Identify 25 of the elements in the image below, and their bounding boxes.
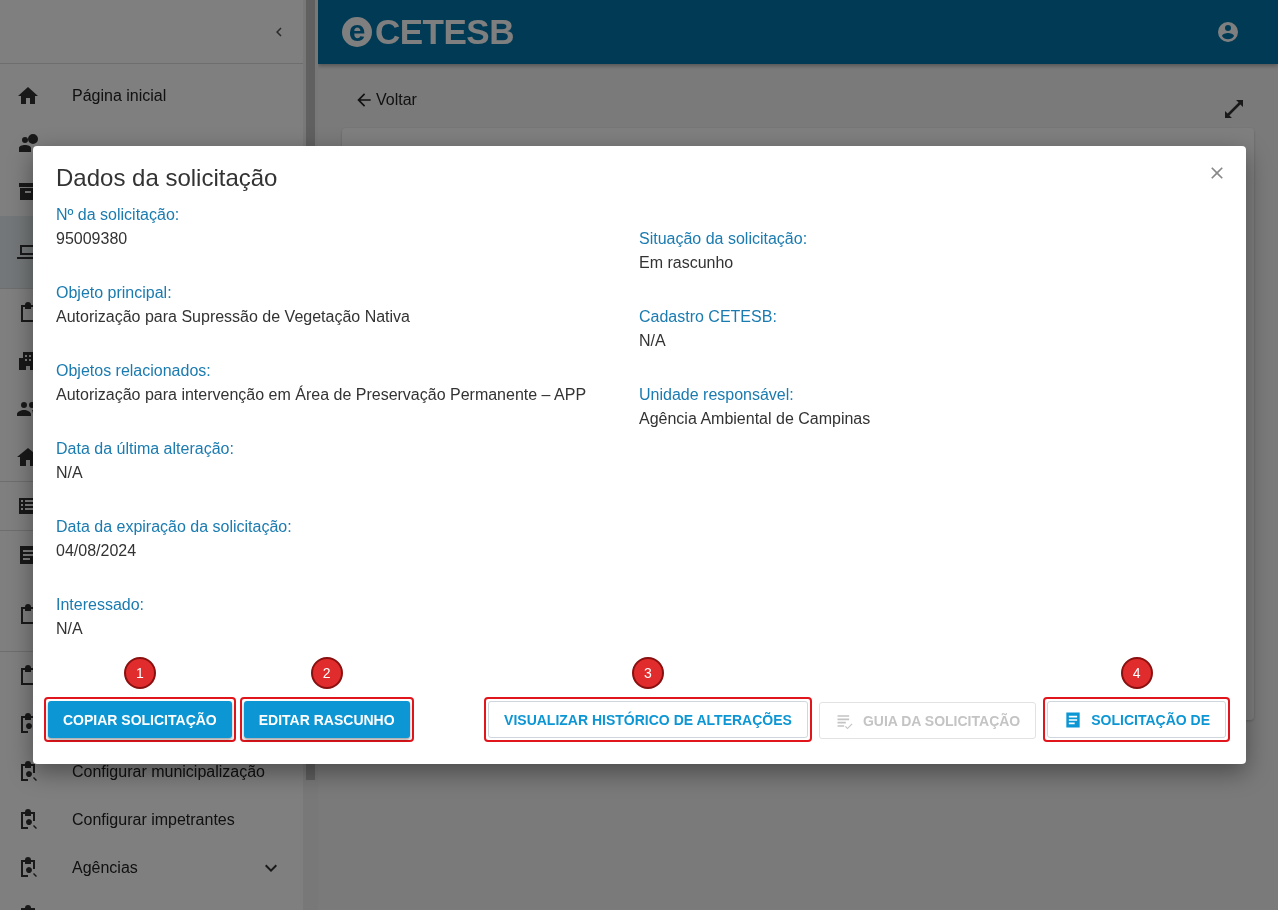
field-value: N/A xyxy=(56,619,84,639)
logo-text: CETESB xyxy=(375,12,514,52)
field-label: Cadastro CETESB: xyxy=(639,307,778,327)
field-value: 95009380 xyxy=(56,229,129,249)
field-label: Interessado: xyxy=(56,595,146,615)
callout-number: 3 xyxy=(631,657,664,689)
field-label: Objetos relacionados: xyxy=(56,361,212,381)
field-label: Unidade responsável: xyxy=(639,385,795,405)
field-label: Data da expiração da solicitação: xyxy=(56,517,293,537)
callout-number: 2 xyxy=(310,657,343,689)
field-value: Agência Ambiental de Campinas xyxy=(639,409,872,429)
field-value: Autorização para Supressão de Vegetação Nativa xyxy=(56,307,411,327)
field-value: N/A xyxy=(639,331,667,351)
callout-number: 4 xyxy=(1120,657,1153,689)
field-value: Autorização para intervenção em Área de Preservação Permanente – APP xyxy=(56,384,588,405)
field-label: Situação da solicitação: xyxy=(639,229,809,249)
dialog-title: Dados da solicitação xyxy=(56,164,278,192)
field-label: Data da última alteração: xyxy=(56,439,235,459)
field-value: N/A xyxy=(56,463,84,483)
logo-mark: e xyxy=(342,17,372,47)
callout-number: 1 xyxy=(123,657,156,689)
field-value: 04/08/2024 xyxy=(56,541,138,561)
field-label: Nº da solicitação: xyxy=(56,205,181,225)
field-label: Objeto principal: xyxy=(56,283,173,303)
field-value: Em rascunho xyxy=(639,253,735,273)
